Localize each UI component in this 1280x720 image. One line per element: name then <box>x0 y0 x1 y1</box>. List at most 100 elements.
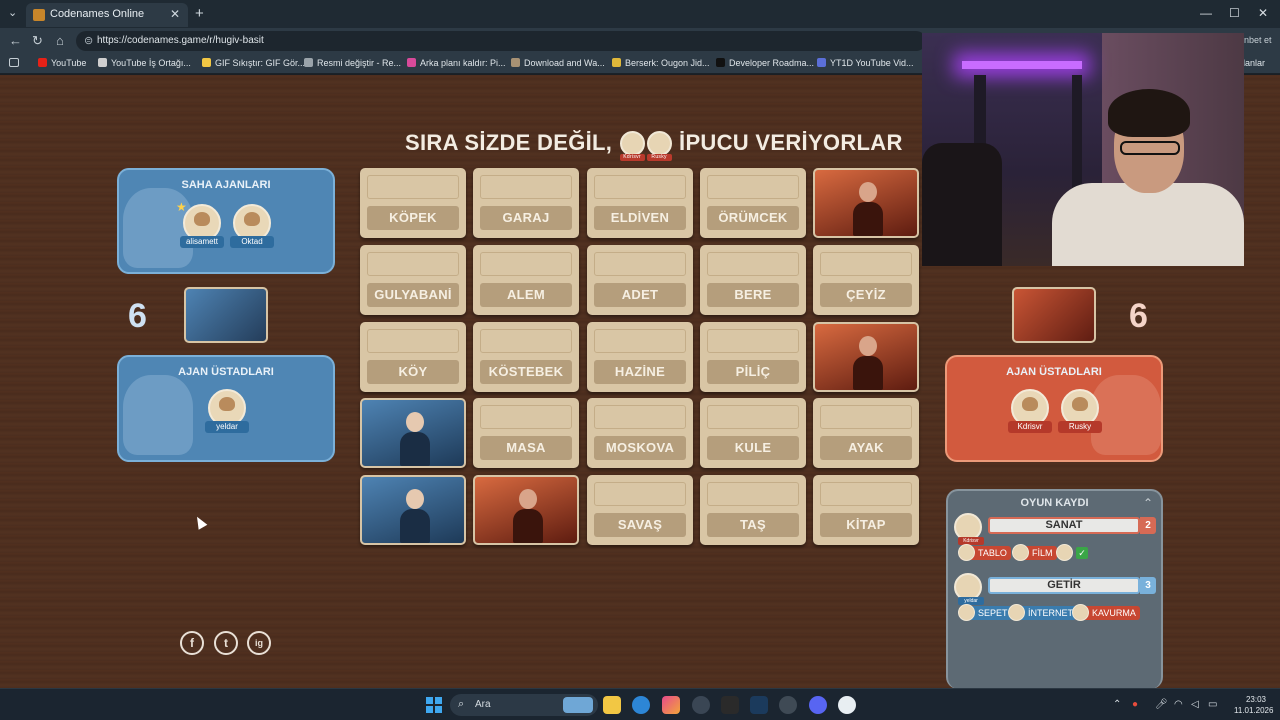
agent-figure <box>853 180 883 236</box>
facebook-icon[interactable]: f <box>180 631 204 655</box>
guesser-avatar <box>1056 544 1073 561</box>
player-avatar[interactable]: Rusky <box>1058 389 1102 433</box>
blue-score: 6 <box>128 297 147 335</box>
epic-games-icon[interactable] <box>721 696 739 714</box>
bookmark-item[interactable]: YouTube <box>38 58 86 68</box>
red-agent-card[interactable] <box>473 475 579 545</box>
word-card[interactable]: KÖPEK <box>360 168 466 238</box>
discord-icon[interactable] <box>809 696 827 714</box>
bookmark-item[interactable]: Resmi değiştir - Re... <box>304 58 401 68</box>
word-card[interactable]: AYAK <box>813 398 919 468</box>
volume-icon[interactable]: ◁ <box>1191 699 1199 710</box>
wifi-icon[interactable]: ◠ <box>1174 699 1183 710</box>
reload-icon[interactable]: ↻ <box>32 33 43 49</box>
steam-icon[interactable] <box>750 696 768 714</box>
word-card[interactable]: KÖSTEBEK <box>473 322 579 392</box>
word-card[interactable]: KULE <box>700 398 806 468</box>
word-card[interactable]: SAVAŞ <box>587 475 693 545</box>
bookmark-item[interactable]: GIF Sıkıştır: GIF Gör... <box>202 58 305 68</box>
word-card[interactable]: HAZİNE <box>587 322 693 392</box>
headline-text: SIRA SİZDE DEĞİL, <box>405 130 613 155</box>
photos-icon[interactable] <box>662 696 680 714</box>
edge-icon[interactable] <box>632 696 650 714</box>
bookmark-label: YT1D YouTube Vid... <box>830 58 914 68</box>
word-card[interactable]: TAŞ <box>700 475 806 545</box>
word-card[interactable]: ELDİVEN <box>587 168 693 238</box>
clue-word: GETİR <box>988 577 1140 594</box>
player-avatar[interactable]: Kdrisvr <box>1008 389 1052 433</box>
player-avatar[interactable]: Oktad <box>230 204 274 248</box>
player-avatar[interactable]: yeldar <box>205 389 249 433</box>
clock[interactable]: 23:03 11.01.2026 <box>1234 694 1274 716</box>
word-card[interactable]: MOSKOVA <box>587 398 693 468</box>
battery-icon[interactable]: ▭ <box>1208 699 1217 710</box>
settings-icon[interactable] <box>692 696 710 714</box>
clock-date: 11.01.2026 <box>1234 706 1274 715</box>
minimize-icon[interactable]: — <box>1200 6 1212 20</box>
word-card[interactable]: KİTAP <box>813 475 919 545</box>
microphone-icon[interactable]: 🎤︎ <box>1155 699 1168 710</box>
card-word: SAVAŞ <box>594 513 686 537</box>
card-upper-panel <box>480 329 572 353</box>
site-info-icon[interactable]: ⊜ <box>84 34 93 47</box>
word-card[interactable]: ALEM <box>473 245 579 315</box>
word-card[interactable]: GULYABANİ <box>360 245 466 315</box>
bookmark-label: YouTube <box>51 58 87 68</box>
browser-tab[interactable]: Codenames Online ✕ <box>26 3 188 27</box>
home-icon[interactable]: ⌂ <box>56 33 64 48</box>
twitter-icon[interactable]: t <box>214 631 238 655</box>
collapse-icon[interactable]: ⌃ <box>1143 496 1153 510</box>
taskbar-search[interactable]: ⌕ Ara <box>450 694 598 716</box>
file-explorer-icon[interactable] <box>603 696 621 714</box>
guess-entry: SEPET <box>958 604 1012 621</box>
card-word: ALEM <box>480 283 572 307</box>
close-window-icon[interactable]: ✕ <box>1258 6 1268 20</box>
maximize-icon[interactable]: ☐ <box>1229 6 1240 20</box>
sidebar-icon[interactable] <box>9 58 19 67</box>
back-icon[interactable]: ← <box>9 33 22 48</box>
red-agent-card[interactable] <box>813 322 919 392</box>
url-text[interactable]: https://codenames.game/r/hugiv-basit <box>97 35 264 46</box>
word-card[interactable]: GARAJ <box>473 168 579 238</box>
bookmark-item[interactable]: Developer Roadma... <box>716 58 814 68</box>
bookmark-label: GIF Sıkıştır: GIF Gör... <box>215 58 306 68</box>
red-agent-card[interactable] <box>813 168 919 238</box>
guess-entry: İNTERNET <box>1008 604 1077 621</box>
bookmark-item[interactable]: YT1D YouTube Vid... <box>817 58 914 68</box>
word-card[interactable]: KÖY <box>360 322 466 392</box>
word-card[interactable]: ADET <box>587 245 693 315</box>
word-card[interactable]: PİLİÇ <box>700 322 806 392</box>
spymaster-avatar: Kdrisvr <box>619 131 645 161</box>
word-card[interactable]: MASA <box>473 398 579 468</box>
player-avatar[interactable]: ★ alisamett <box>176 200 224 248</box>
tab-list-icon[interactable]: ⌄ <box>8 6 17 19</box>
close-tab-icon[interactable]: ✕ <box>170 7 180 21</box>
card-upper-panel <box>367 329 459 353</box>
bookmark-item[interactable]: Arka planı kaldır: Pi... <box>407 58 506 68</box>
panel-title: AJAN ÜSTADLARI <box>1006 366 1102 378</box>
tray-expand-icon[interactable]: ⌃ <box>1113 699 1121 710</box>
nav-right-text[interactable]: nbet et <box>1244 35 1272 45</box>
word-card[interactable]: ÖRÜMCEK <box>700 168 806 238</box>
obs-icon[interactable] <box>838 696 856 714</box>
bookmark-item[interactable]: Berserk: Ougon Jid... <box>612 58 710 68</box>
new-tab-icon[interactable]: + <box>195 5 204 22</box>
word-card[interactable]: ÇEYİZ <box>813 245 919 315</box>
bookmark-item[interactable]: Download and Wa... <box>511 58 605 68</box>
panel-title: AJAN ÜSTADLARI <box>178 366 274 378</box>
address-bar[interactable]: ⊜ https://codenames.game/r/hugiv-basit <box>76 31 926 51</box>
instagram-icon[interactable]: ig <box>247 631 271 655</box>
tab-title: Codenames Online <box>50 8 145 20</box>
log-title: OYUN KAYDI <box>1020 497 1089 509</box>
start-icon[interactable] <box>426 697 442 713</box>
search-icon: ⌕ <box>458 698 465 710</box>
app-icon[interactable] <box>779 696 797 714</box>
tray-app-icon[interactable]: ● <box>1132 699 1138 710</box>
word-card[interactable]: BERE <box>700 245 806 315</box>
bookmarks-other[interactable]: lanlar <box>1243 58 1265 68</box>
blue-agent-card[interactable] <box>360 475 466 545</box>
blue-agent-card[interactable] <box>360 398 466 468</box>
bookmark-item[interactable]: YouTube İş Ortağı... <box>98 58 191 68</box>
streamer-body <box>1052 183 1244 266</box>
guess-word: TABLO <box>978 548 1007 558</box>
